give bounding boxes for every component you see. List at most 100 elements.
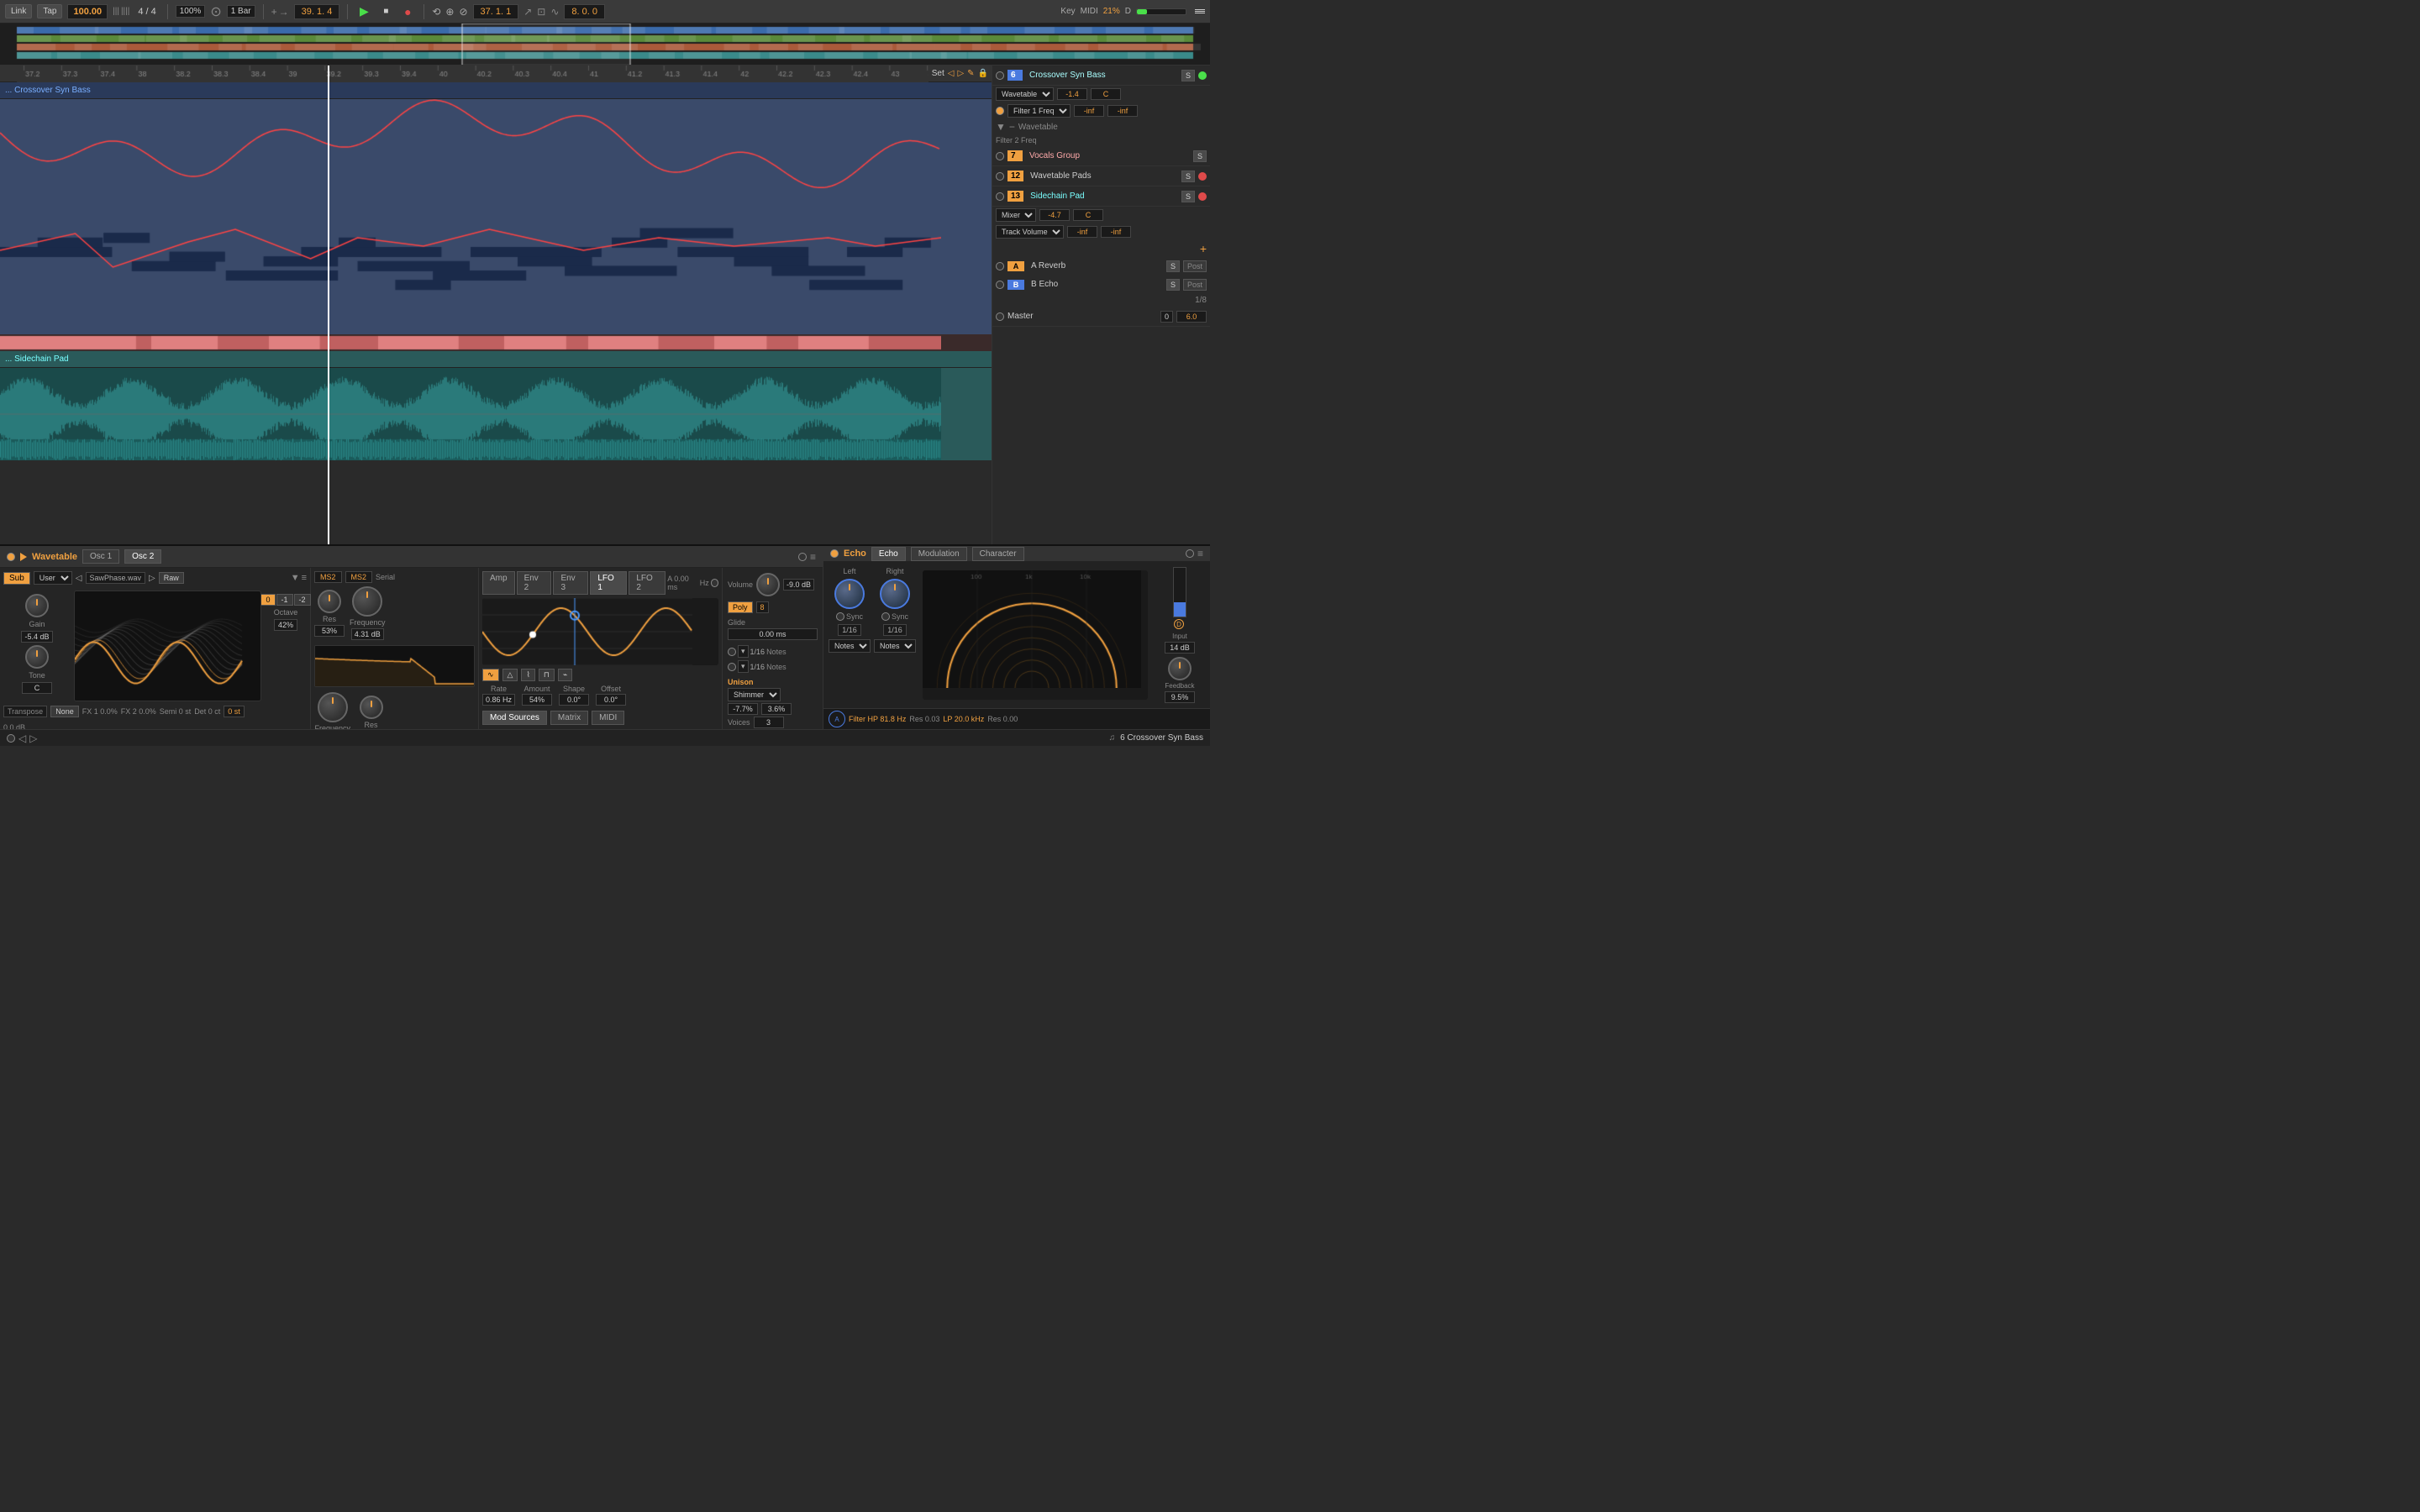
synth-bass-content[interactable] (0, 99, 992, 334)
track13-s[interactable]: S (1181, 191, 1195, 202)
lfo2-tab[interactable]: LFO 2 (629, 571, 666, 595)
mod-led[interactable] (711, 579, 718, 587)
status-next[interactable]: ▷ (29, 732, 37, 744)
val-c[interactable]: C (1091, 88, 1121, 100)
set-right-arrow[interactable]: ▷ (957, 69, 964, 78)
notes-dropdown1[interactable]: ▾ (738, 645, 749, 658)
set-lock-icon[interactable]: 🔒 (978, 69, 988, 78)
stop-button[interactable]: ■ (377, 3, 394, 20)
lfo-rate[interactable]: 0.86 Hz (482, 694, 515, 706)
wt-power-led[interactable] (7, 553, 15, 561)
osc-menu[interactable]: ≡ (302, 573, 307, 583)
user-dropdown[interactable]: User (34, 571, 72, 585)
position-display[interactable]: 39. 1. 4 (294, 4, 340, 19)
character-tab[interactable]: Character (972, 547, 1024, 561)
wt-led2[interactable] (798, 553, 807, 561)
status-prev[interactable]: ◁ (18, 732, 26, 744)
wavetable-select[interactable]: Wavetable (996, 87, 1054, 101)
volume-knob[interactable] (756, 573, 780, 596)
sidechain-content[interactable] (0, 368, 992, 460)
modulation-tab[interactable]: Modulation (911, 547, 967, 561)
loop-position[interactable]: 37. 1. 1 (473, 4, 519, 19)
echo-right-dropdown[interactable]: Notes (874, 639, 916, 653)
unison-dropdown[interactable]: Shimmer (728, 688, 781, 701)
track6-led[interactable] (996, 71, 1004, 80)
track13-mute[interactable] (1198, 192, 1207, 201)
input-fader[interactable] (1173, 567, 1186, 617)
time-display[interactable]: 8. 0. 0 (564, 4, 605, 19)
send-a-led[interactable] (996, 262, 1004, 270)
tv-val4[interactable]: -inf (1101, 226, 1131, 238)
record-button[interactable]: ● (399, 3, 416, 20)
filter-ms2-2[interactable]: MS2 (345, 571, 373, 583)
filter2-res-knob[interactable] (360, 696, 383, 719)
filter2-freq-knob[interactable] (318, 692, 348, 722)
osc1-tab[interactable]: Osc 1 (82, 549, 119, 564)
track12-led[interactable] (996, 172, 1004, 181)
status-led[interactable] (7, 734, 15, 743)
env3-tab[interactable]: Env 3 (553, 571, 588, 595)
midi-tab[interactable]: MIDI (592, 711, 624, 725)
echo-power-led[interactable] (830, 549, 839, 558)
mixer-val[interactable]: -4.7 (1039, 209, 1070, 221)
link-button[interactable]: Link (5, 4, 32, 18)
vocals-content[interactable] (0, 334, 992, 351)
raw-btn[interactable]: Raw (159, 572, 184, 584)
send-b-post[interactable]: Post (1183, 279, 1207, 291)
echo-left-dropdown[interactable]: Notes (829, 639, 871, 653)
echo-filter-icon[interactable]: A (829, 711, 845, 727)
wave-arrow-left[interactable]: ◁ (76, 574, 82, 583)
amp-tab[interactable]: Amp (482, 571, 515, 595)
sync-led1[interactable] (728, 648, 736, 656)
wave-file[interactable]: SawPhase.wav (86, 572, 146, 584)
wt-settings-icon[interactable]: ≡ (810, 551, 816, 563)
osc-collapse[interactable]: ▼ (291, 573, 300, 583)
poly-btn[interactable]: Poly (728, 601, 753, 613)
mod-sources-tab[interactable]: Mod Sources (482, 711, 547, 725)
lfo-offset[interactable]: 0.0° (596, 694, 626, 706)
sync-left-led[interactable] (836, 612, 844, 621)
oct-val3[interactable]: -2 (294, 594, 311, 606)
track7-led[interactable] (996, 152, 1004, 160)
serial-label[interactable]: Serial (376, 573, 395, 581)
lfo-amount[interactable]: 54% (522, 694, 552, 706)
wt-pos[interactable]: 42% (274, 619, 297, 631)
mixer-select[interactable]: Mixer (996, 208, 1036, 222)
lfo-shape[interactable]: 0.0° (559, 694, 589, 706)
feedback-val[interactable]: 9.5% (1165, 691, 1195, 703)
lfo-sine-btn[interactable]: ∿ (482, 669, 499, 681)
send-a-post[interactable]: Post (1183, 260, 1207, 272)
zoom-level[interactable]: 100% (176, 5, 206, 18)
loop-length[interactable]: 1 Bar (227, 5, 255, 18)
osc2-tab[interactable]: Osc 2 (124, 549, 161, 564)
tap-button[interactable]: Tap (37, 4, 62, 18)
unison-val2[interactable]: 3.6% (761, 703, 792, 715)
filter1-freq-knob[interactable] (352, 586, 382, 617)
filter1-select[interactable]: Filter 1 Freq (1007, 104, 1071, 118)
set-edit-icon[interactable]: ✎ (967, 69, 974, 78)
transpose-val[interactable]: 0 st (224, 706, 245, 717)
notes-dropdown2[interactable]: ▾ (738, 660, 749, 673)
val-minus14[interactable]: -1.4 (1057, 88, 1087, 100)
master-led[interactable] (996, 312, 1004, 321)
track12-s[interactable]: S (1181, 171, 1195, 182)
sub-label[interactable]: Sub (3, 572, 30, 585)
wave-arrow-right[interactable]: ▷ (149, 574, 155, 583)
track-volume-select[interactable]: Track Volume (996, 225, 1064, 239)
mixer-val-c[interactable]: C (1073, 209, 1103, 221)
volume-val[interactable]: -9.0 dB (783, 579, 814, 591)
echo-left-knob[interactable] (834, 579, 865, 609)
expand-minus-icon[interactable]: − (1009, 121, 1015, 133)
track7-s[interactable]: S (1193, 150, 1207, 162)
wt-play-btn[interactable] (20, 553, 27, 561)
voices-val[interactable]: 3 (754, 717, 784, 728)
track13-led[interactable] (996, 192, 1004, 201)
gain-knob[interactable] (25, 594, 49, 617)
tone-knob[interactable] (25, 645, 49, 669)
poly-num[interactable]: 8 (756, 601, 769, 613)
tempo-display[interactable]: 100.00 (67, 4, 108, 19)
lfo-tri-btn[interactable]: △ (502, 669, 518, 681)
sync-led2[interactable] (728, 663, 736, 671)
oct-val2[interactable]: -1 (276, 594, 293, 606)
master-val[interactable]: 6.0 (1176, 311, 1207, 323)
